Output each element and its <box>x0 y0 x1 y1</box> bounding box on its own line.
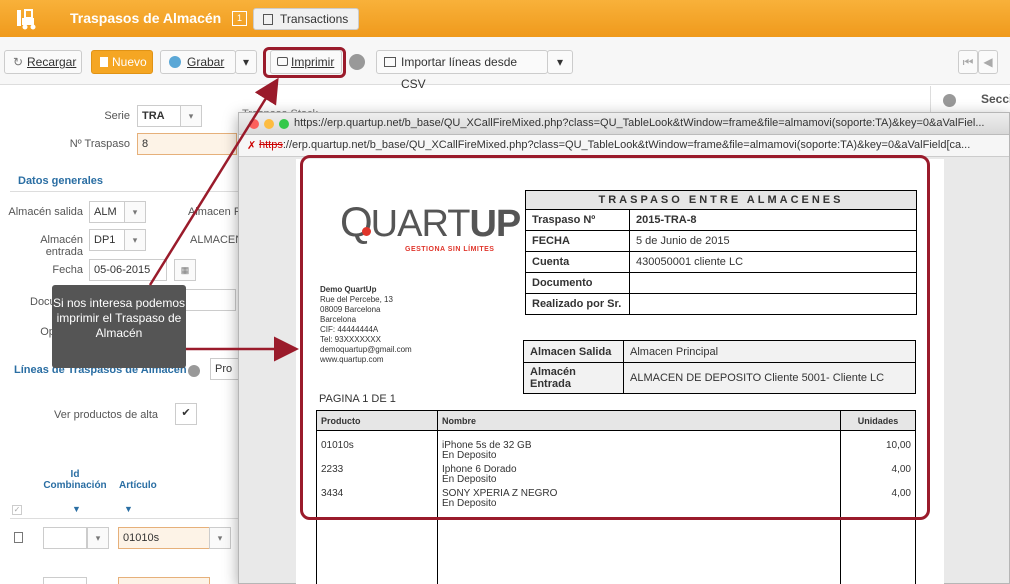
table-row-empty <box>316 511 916 584</box>
maximize-window-icon[interactable] <box>279 119 289 129</box>
table-icon <box>384 57 396 67</box>
new-label: Nuevo <box>112 55 147 69</box>
first-icon: ⏮ <box>962 55 974 69</box>
info-icon[interactable] <box>349 54 365 70</box>
select-all-checkbox[interactable]: ✓ <box>12 505 22 515</box>
col-id-combinacion-line1: Id <box>70 469 80 480</box>
record-count-badge[interactable]: 1 <box>232 11 247 26</box>
col-id-combinacion: Id Combinación <box>40 469 110 491</box>
row-articulo-dropdown[interactable]: ▾ <box>209 527 231 549</box>
prev-icon: ◀ <box>983 55 993 69</box>
import-dropdown-button[interactable]: ▾ <box>547 50 573 74</box>
col-id-combinacion-line2: Combinación <box>43 480 107 491</box>
page-title: Traspasos de Almacén <box>70 10 222 26</box>
document-icon <box>263 14 273 25</box>
ver-productos-label: Ver productos de alta <box>54 409 158 421</box>
collapse-icon[interactable] <box>943 94 956 107</box>
save-label: Grabar <box>187 55 225 69</box>
reload-button[interactable]: ↻ Recargar <box>4 50 82 74</box>
lineas-info-icon[interactable] <box>188 365 200 377</box>
almacen-salida-input[interactable]: ALM <box>89 201 125 223</box>
window-title: https://erp.quartup.net/b_base/QU_XCallF… <box>294 117 985 129</box>
fecha-input[interactable]: 05-06-2015 <box>89 259 167 281</box>
almacen-entrada-input[interactable]: DP1 <box>89 229 125 251</box>
report-highlight-frame <box>300 155 930 520</box>
row-combinacion-input[interactable] <box>43 527 87 549</box>
reload-label: Recargar <box>27 55 77 69</box>
app-header: Traspasos de Almacén 1 Transactions <box>0 0 1010 37</box>
almacen-salida-label: Almacén salida <box>8 206 83 218</box>
first-record-button[interactable]: ⏮ <box>958 50 978 74</box>
almacen-entrada-dropdown[interactable]: ▾ <box>124 229 146 251</box>
prev-record-button[interactable]: ◀ <box>978 50 998 74</box>
almacen-entrada-desc: ALMACEN <box>190 234 244 246</box>
row2-articulo-input[interactable] <box>118 577 210 584</box>
calendar-icon[interactable]: ▦ <box>174 259 196 281</box>
address-url[interactable]: https://erp.quartup.net/b_base/QU_XCallF… <box>259 139 970 151</box>
ver-productos-checkbox[interactable]: ✔ <box>175 403 197 425</box>
serie-label: Serie <box>104 110 130 122</box>
filter-caret-icon[interactable]: ▼ <box>72 504 81 514</box>
datos-generales-title: Datos generales <box>18 175 103 187</box>
row-combinacion-dropdown[interactable]: ▾ <box>87 527 109 549</box>
almacen-entrada-label: Almacén entrada <box>40 234 83 258</box>
minimize-window-icon[interactable] <box>264 119 274 129</box>
import-csv-button[interactable]: Importar líneas desde CSV <box>376 50 548 91</box>
row-articulo-input[interactable]: 01010s <box>118 527 210 549</box>
almacen-salida-desc: Almacen Pr <box>188 206 245 218</box>
new-doc-icon <box>100 57 108 67</box>
insecure-lock-icon: ✗ <box>247 140 257 152</box>
divider <box>10 191 238 192</box>
close-window-icon[interactable] <box>249 119 259 129</box>
serie-dropdown[interactable]: ▾ <box>180 105 202 127</box>
almacen-salida-dropdown[interactable]: ▾ <box>124 201 146 223</box>
divider <box>10 518 238 519</box>
filter-caret-icon[interactable]: ▼ <box>124 504 133 514</box>
save-dropdown-button[interactable]: ▾ <box>235 50 257 74</box>
num-traspaso-input[interactable]: 8 <box>137 133 237 155</box>
new-button[interactable]: Nuevo <box>91 50 153 74</box>
caret-down-icon: ▾ <box>556 55 564 69</box>
fecha-label: Fecha <box>52 264 83 276</box>
url-scheme: https <box>259 139 283 151</box>
address-bar[interactable]: ✗ https://erp.quartup.net/b_base/QU_XCal… <box>239 135 1009 157</box>
save-button[interactable]: Grabar <box>160 50 236 74</box>
toolbar: ↻ Recargar Nuevo Grabar ▾ Imprimir Impor… <box>0 37 1010 91</box>
pro-button[interactable]: Pro <box>210 358 238 380</box>
help-tooltip: Si nos interesa podemos imprimir el Tras… <box>52 285 186 368</box>
row2-combinacion-input[interactable] <box>43 577 87 584</box>
col-articulo: Artículo <box>119 480 157 491</box>
caret-down-icon: ▾ <box>242 55 250 69</box>
num-traspaso-label: Nº Traspaso <box>69 138 130 150</box>
reload-icon: ↻ <box>13 55 24 69</box>
print-highlight-ring <box>263 47 346 78</box>
save-icon <box>169 56 181 68</box>
serie-input[interactable]: TRA <box>137 105 181 127</box>
window-titlebar: https://erp.quartup.net/b_base/QU_XCallF… <box>239 113 1009 135</box>
url-rest: ://erp.quartup.net/b_base/QU_XCallFireMi… <box>282 139 971 151</box>
forklift-icon <box>17 9 36 30</box>
right-panel-title: Secci <box>981 92 1010 106</box>
row-doc-icon <box>14 532 23 543</box>
transactions-button[interactable]: Transactions <box>253 8 360 30</box>
transactions-label: Transactions <box>280 12 349 26</box>
